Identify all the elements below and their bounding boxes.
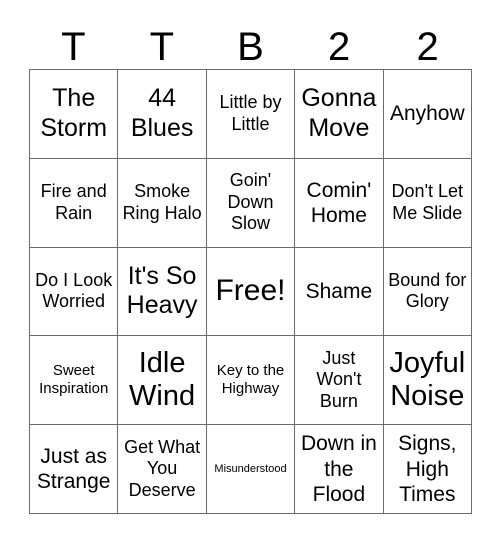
- bingo-cell-label: Do I Look Worried: [35, 269, 113, 312]
- bingo-cell-r2c4[interactable]: Comin' Home: [295, 158, 384, 248]
- header-letter-3: B: [237, 25, 264, 69]
- header-letter-1: T: [61, 25, 86, 69]
- bingo-cell-label: Little by Little: [219, 92, 282, 134]
- bingo-cell-label: Bound for Glory: [388, 269, 467, 312]
- bingo-cell-r4c5[interactable]: Joyful Noise: [383, 336, 472, 426]
- bingo-cell-r4c4[interactable]: Just Won't Burn: [295, 336, 384, 426]
- bingo-cell-r5c2[interactable]: Get What You Deserve: [118, 425, 207, 514]
- bingo-cell-r5c4[interactable]: Down in the Flood: [295, 425, 384, 514]
- bingo-cell-r5c5[interactable]: Signs, High Times: [383, 425, 472, 514]
- bingo-cell-label: Just as Strange: [36, 444, 111, 494]
- bingo-cell-r4c3[interactable]: Key to the Highway: [206, 336, 296, 426]
- bingo-cell-r1c5[interactable]: Anyhow: [383, 70, 472, 159]
- bingo-cell-r5c3[interactable]: Misunderstood: [206, 425, 296, 514]
- free-space-label: Free!: [215, 274, 286, 308]
- bingo-cell-label: Anyhow: [389, 102, 465, 126]
- bingo-cell-label: Comin' Home: [306, 178, 372, 227]
- bingo-cell-label: Key to the Highway: [216, 361, 285, 398]
- bingo-cell-r4c1[interactable]: Sweet Inspiration: [30, 336, 119, 426]
- bingo-cell-label: Smoke Ring Halo: [122, 181, 202, 223]
- bingo-cell-label: Fire and Rain: [40, 181, 107, 223]
- bingo-cell-r3c2[interactable]: It's So Heavy: [118, 247, 207, 337]
- bingo-cell-label: Sweet Inspiration: [39, 361, 109, 398]
- bingo-cell-label: Gonna Move: [301, 84, 377, 142]
- bingo-cell-r1c1[interactable]: The Storm: [30, 70, 119, 159]
- bingo-cell-label: Get What You Deserve: [124, 436, 201, 500]
- bingo-cell-label: Signs, High Times: [398, 432, 457, 506]
- bingo-cell-label: Joyful Noise: [389, 346, 466, 413]
- bingo-cell-free-space[interactable]: Free!: [206, 247, 296, 337]
- bingo-cell-label: Just Won't Burn: [316, 347, 362, 412]
- bingo-cell-r2c5[interactable]: Don't Let Me Slide: [383, 158, 472, 248]
- bingo-cell-r1c3[interactable]: Little by Little: [206, 70, 296, 159]
- bingo-cell-r2c1[interactable]: Fire and Rain: [30, 158, 119, 248]
- bingo-cell-r2c3[interactable]: Goin' Down Slow: [206, 158, 296, 248]
- bingo-cell-label: The Storm: [40, 84, 108, 142]
- bingo-cell-r4c2[interactable]: Idle Wind: [118, 336, 207, 426]
- bingo-cell-label: Don't Let Me Slide: [391, 181, 464, 223]
- header-letter-4: 2: [327, 25, 351, 69]
- bingo-cell-label: Down in the Flood: [300, 432, 377, 506]
- bingo-grid: The Storm 44 Blues Little by Little Gonn…: [29, 69, 472, 514]
- bingo-cell-r5c1[interactable]: Just as Strange: [30, 425, 119, 514]
- bingo-cell-r1c4[interactable]: Gonna Move: [295, 70, 384, 159]
- header-letter-5: 2: [416, 25, 439, 69]
- bingo-card: T T B 2 2 The Storm 44 Blues Little by L…: [0, 0, 500, 544]
- bingo-cell-r3c4[interactable]: Shame: [295, 247, 384, 337]
- bingo-cell-r3c5[interactable]: Bound for Glory: [383, 247, 472, 337]
- bingo-header-row: T T B 2 2: [29, 22, 472, 69]
- bingo-cell-label: Misunderstood: [214, 462, 287, 475]
- bingo-cell-label: 44 Blues: [130, 84, 194, 142]
- bingo-cell-label: Goin' Down Slow: [227, 170, 274, 234]
- bingo-cell-label: Shame: [305, 279, 373, 303]
- bingo-cell-r2c2[interactable]: Smoke Ring Halo: [118, 158, 207, 248]
- bingo-cell-label: It's So Heavy: [126, 261, 198, 320]
- header-letter-2: T: [149, 25, 175, 69]
- bingo-cell-r3c1[interactable]: Do I Look Worried: [30, 247, 119, 337]
- bingo-cell-r1c2[interactable]: 44 Blues: [118, 70, 207, 159]
- bingo-cell-label: Idle Wind: [129, 346, 196, 413]
